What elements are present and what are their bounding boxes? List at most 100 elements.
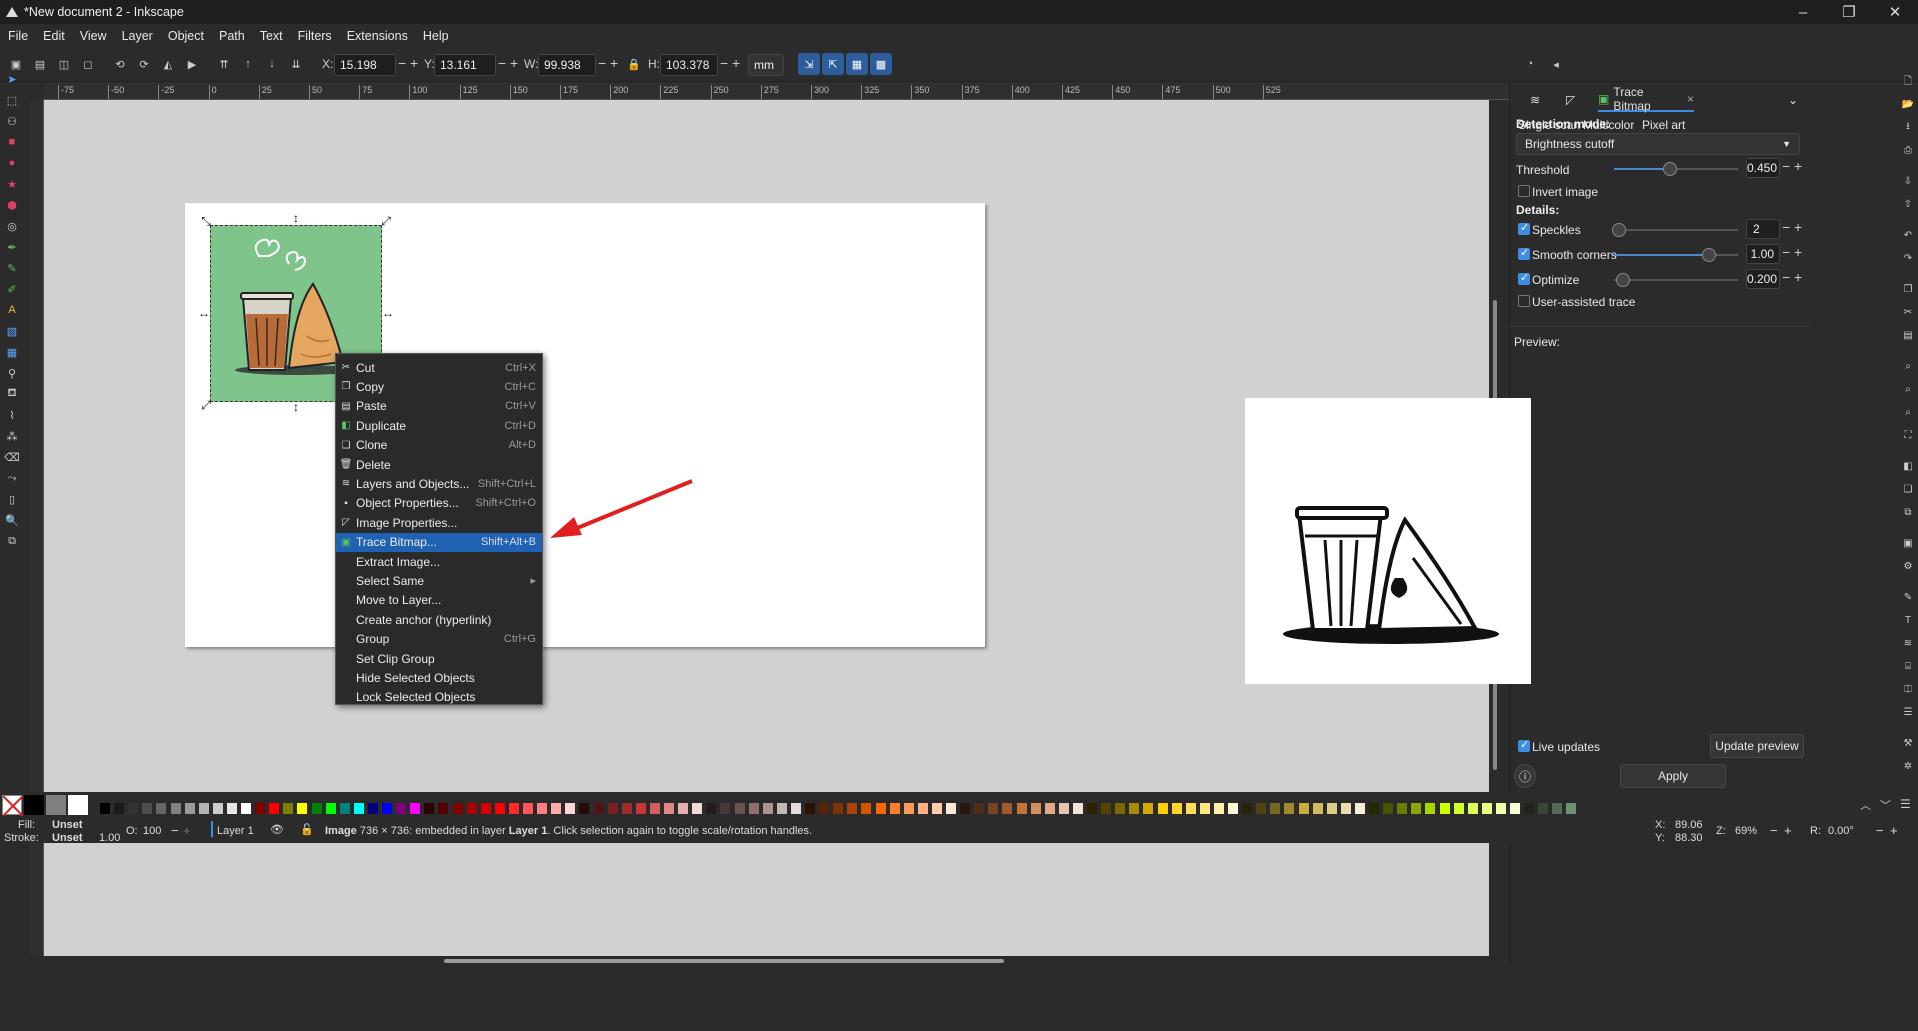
color-swatch[interactable] bbox=[1030, 803, 1041, 814]
detection-mode-select[interactable]: Brightness cutoff ▼ bbox=[1516, 133, 1800, 155]
ungroup-icon[interactable]: ⚙ bbox=[1900, 558, 1916, 574]
color-swatch[interactable] bbox=[833, 803, 844, 814]
palette-scroll-up-icon[interactable]: ︿ bbox=[1860, 797, 1871, 813]
white-swatch[interactable] bbox=[68, 795, 88, 815]
color-swatch[interactable] bbox=[720, 803, 731, 814]
color-swatch[interactable] bbox=[593, 803, 604, 814]
gradient-tool-icon[interactable]: ▧ bbox=[3, 322, 21, 340]
scale-handle-w[interactable]: ↔ bbox=[197, 306, 211, 320]
color-swatch[interactable] bbox=[988, 803, 999, 814]
color-swatch[interactable] bbox=[410, 803, 421, 814]
w-input[interactable]: 99.938 bbox=[538, 54, 596, 76]
color-swatch[interactable] bbox=[748, 803, 759, 814]
speckles-decrement-icon[interactable]: − bbox=[1782, 219, 1790, 235]
color-swatch[interactable] bbox=[1242, 803, 1253, 814]
menu-item-set-clip-group[interactable]: Set Clip Group bbox=[336, 649, 542, 668]
select-all-layers-icon[interactable]: ▤ bbox=[30, 54, 50, 74]
color-swatch[interactable] bbox=[128, 803, 139, 814]
color-swatch[interactable] bbox=[917, 803, 928, 814]
speckles-increment-icon[interactable]: + bbox=[1794, 219, 1802, 235]
menu-item-select-same[interactable]: Select Same ▸ bbox=[336, 571, 542, 590]
threshold-slider[interactable] bbox=[1614, 162, 1738, 176]
raise-icon[interactable]: ↑ bbox=[238, 54, 258, 74]
color-swatch[interactable] bbox=[776, 803, 787, 814]
move-gradients-icon[interactable]: ▦ bbox=[846, 53, 868, 75]
color-swatch[interactable] bbox=[565, 803, 576, 814]
close-button[interactable]: ✕ bbox=[1872, 0, 1918, 24]
color-swatch[interactable] bbox=[1228, 803, 1238, 814]
color-swatch[interactable] bbox=[353, 803, 364, 814]
smooth-corners-increment-icon[interactable]: + bbox=[1794, 244, 1802, 260]
deselect-icon[interactable]: ◻ bbox=[78, 54, 98, 74]
paste-icon[interactable]: ▤ bbox=[1900, 327, 1916, 343]
rotate-cw-icon[interactable]: ⟳ bbox=[134, 54, 154, 74]
stroke-width-value[interactable]: 1.00 bbox=[99, 832, 120, 844]
color-swatch[interactable] bbox=[635, 803, 646, 814]
color-swatch[interactable] bbox=[607, 803, 618, 814]
color-swatch[interactable] bbox=[1326, 803, 1337, 814]
color-swatch[interactable] bbox=[466, 803, 477, 814]
ellipse-tool-icon[interactable]: ● bbox=[3, 154, 21, 172]
color-swatch[interactable] bbox=[170, 803, 181, 814]
color-swatch[interactable] bbox=[1298, 803, 1309, 814]
color-swatch[interactable] bbox=[762, 803, 773, 814]
calligraphy-tool-icon[interactable]: ✐ bbox=[3, 280, 21, 298]
text-tool-icon[interactable]: A bbox=[3, 301, 21, 319]
color-swatch[interactable] bbox=[649, 803, 660, 814]
zoom-tool-icon[interactable]: 🔍 bbox=[3, 511, 21, 529]
color-swatch[interactable] bbox=[382, 803, 392, 814]
threshold-input[interactable]: 0.450 bbox=[1746, 158, 1780, 178]
optimize-checkbox[interactable] bbox=[1518, 271, 1530, 285]
user-assisted-trace-checkbox[interactable] bbox=[1518, 295, 1530, 307]
color-swatch[interactable] bbox=[114, 803, 125, 814]
zoom-page-width-icon[interactable]: ⛶ bbox=[1900, 427, 1916, 443]
tab-pixel-art[interactable]: Pixel art bbox=[1642, 118, 1685, 132]
opacity-input[interactable]: 100 bbox=[143, 825, 161, 837]
menu-help[interactable]: Help bbox=[423, 29, 449, 43]
color-swatch[interactable] bbox=[1002, 803, 1013, 814]
select-same-icon[interactable]: ◫ bbox=[54, 54, 74, 74]
tweak-tool-icon[interactable]: ⚇ bbox=[3, 112, 21, 130]
color-swatch[interactable] bbox=[875, 803, 886, 814]
h-decrement-icon[interactable]: − bbox=[720, 55, 728, 71]
current-layer[interactable]: Layer 1 bbox=[217, 825, 254, 837]
color-swatch[interactable] bbox=[198, 803, 209, 814]
zoom-in-icon[interactable]: + bbox=[1784, 823, 1792, 838]
collapse-commands-icon[interactable]: ◂ bbox=[1546, 54, 1566, 74]
import-icon[interactable]: ⇩ bbox=[1900, 173, 1916, 189]
color-swatch[interactable] bbox=[903, 803, 914, 814]
menu-item-trace-bitmap[interactable]: ▣ Trace Bitmap... Shift+Alt+B bbox=[336, 532, 542, 552]
pages-tool-icon[interactable]: ⧉ bbox=[3, 532, 21, 550]
color-swatch[interactable] bbox=[692, 803, 703, 814]
w-decrement-icon[interactable]: − bbox=[598, 55, 606, 71]
y-input[interactable]: 13.161 bbox=[434, 54, 496, 76]
color-swatch[interactable] bbox=[1058, 803, 1069, 814]
color-swatch[interactable] bbox=[1312, 803, 1323, 814]
color-swatch[interactable] bbox=[974, 803, 985, 814]
node-tool-icon[interactable]: ⬚ bbox=[3, 91, 21, 109]
scale-handle-e[interactable]: ↔ bbox=[381, 306, 395, 320]
group-icon[interactable]: ▣ bbox=[1900, 535, 1916, 551]
tools-icon[interactable]: ✲ bbox=[1900, 758, 1916, 774]
unit-select[interactable]: mm ▾ bbox=[748, 54, 784, 92]
pencil-tool-icon[interactable]: ✎ bbox=[3, 259, 21, 277]
color-swatch[interactable] bbox=[269, 803, 280, 814]
h-input[interactable]: 103.378 bbox=[660, 54, 718, 76]
menu-item-lock-selected-objects[interactable]: Lock Selected Objects bbox=[336, 688, 542, 707]
color-swatch[interactable] bbox=[664, 803, 674, 814]
color-swatch[interactable] bbox=[1199, 803, 1210, 814]
optimize-input[interactable]: 0.200 bbox=[1746, 269, 1780, 289]
color-swatch[interactable] bbox=[931, 803, 942, 814]
flip-horizontal-icon[interactable]: ◭ bbox=[158, 54, 178, 74]
color-swatch[interactable] bbox=[438, 803, 449, 814]
color-swatch[interactable] bbox=[1171, 803, 1182, 814]
w-increment-icon[interactable]: + bbox=[610, 55, 618, 71]
color-swatch[interactable] bbox=[621, 803, 632, 814]
color-swatch[interactable] bbox=[1566, 803, 1577, 814]
opacity-decrement-icon[interactable]: − bbox=[171, 823, 179, 838]
new-document-icon[interactable]: 🗋 bbox=[1900, 74, 1916, 90]
mesh-tool-icon[interactable]: ▦ bbox=[3, 343, 21, 361]
minimize-button[interactable]: – bbox=[1780, 0, 1826, 24]
menu-edit[interactable]: Edit bbox=[43, 29, 65, 43]
color-swatch[interactable] bbox=[1538, 803, 1549, 814]
